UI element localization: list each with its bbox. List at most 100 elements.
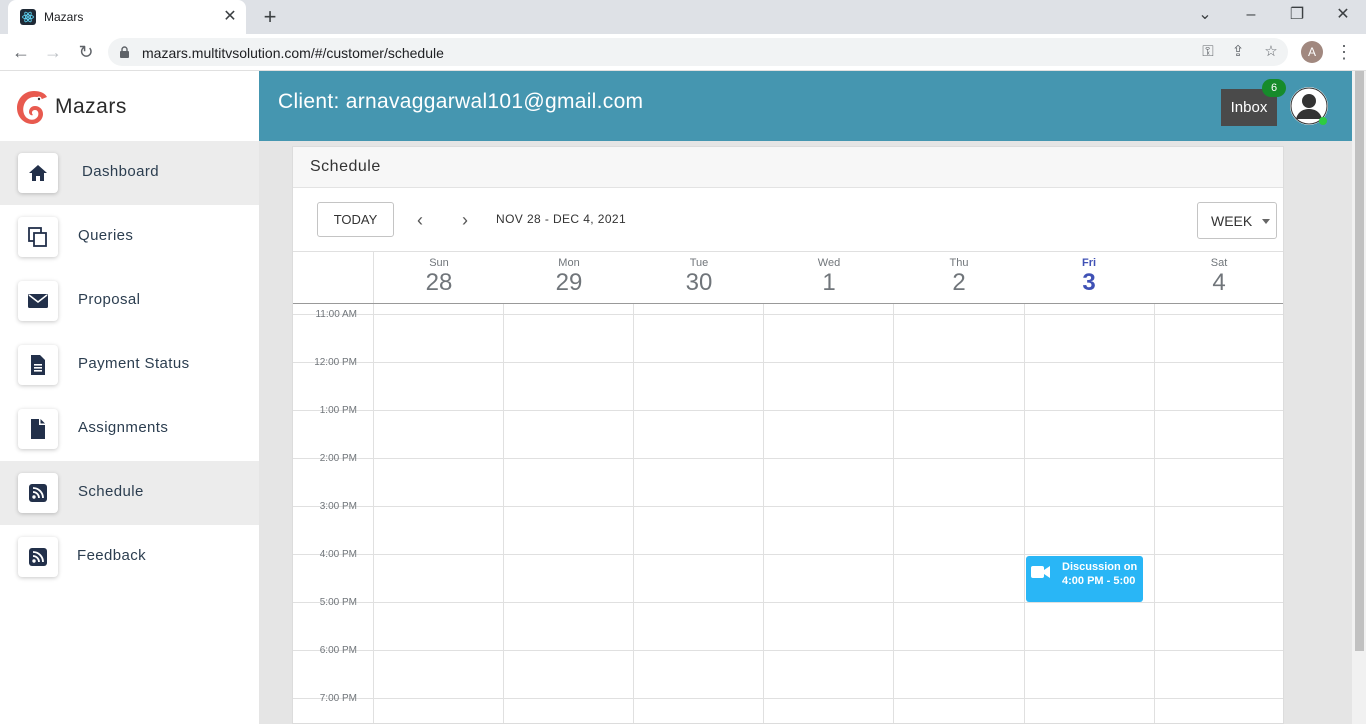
client-email-title: Client: arnavaggarwal101@gmail.com [278, 90, 644, 113]
time-label: 11:00 AM [315, 309, 357, 320]
time-label: 4:00 PM [319, 549, 357, 560]
brand-name: Mazars [55, 95, 127, 118]
browser-tab[interactable]: Mazars ✕ [8, 0, 246, 34]
new-tab-icon[interactable]: + [258, 5, 282, 29]
view-select-value: WEEK [1211, 213, 1253, 229]
tab-close-icon[interactable]: ✕ [220, 7, 240, 27]
sidebar-item-label: Dashboard [82, 163, 159, 180]
day-number[interactable]: 1 [764, 269, 894, 297]
online-status-dot [1319, 117, 1327, 125]
document-icon [18, 345, 58, 385]
day-header-tue: Tue 30 [634, 252, 764, 304]
day-header-sat: Sat 4 [1154, 252, 1283, 304]
main-content: Schedule TODAY ‹ › NOV 28 - DEC 4, 2021 … [259, 141, 1366, 724]
sidebar-item-dashboard[interactable]: Dashboard [0, 141, 259, 205]
time-label: 6:00 PM [319, 645, 357, 656]
window-close-icon[interactable]: ✕ [1330, 4, 1356, 26]
today-button[interactable]: TODAY [317, 202, 394, 237]
day-of-week: Fri [1081, 257, 1097, 269]
sidebar-item-label: Proposal [78, 291, 141, 308]
time-label: 5:00 PM [319, 597, 357, 608]
time-label: 12:00 PM [314, 357, 357, 368]
envelope-icon [18, 281, 58, 321]
chevron-right-icon[interactable]: › [453, 208, 477, 232]
event-title: Discussion on [1062, 561, 1138, 573]
forward-arrow-icon[interactable]: → [41, 40, 65, 64]
day-number[interactable]: 2 [894, 269, 1024, 297]
browser-toolbar: ← → ↻ mazars.multitvsolution.com/#/custo… [0, 34, 1366, 71]
time-label: 2:00 PM [319, 453, 357, 464]
day-of-week: Sun [429, 257, 449, 269]
rss-icon [18, 473, 58, 513]
tab-search-icon[interactable]: ⌄ [1192, 4, 1218, 26]
sidebar-item-label: Schedule [78, 483, 144, 500]
tab-title: Mazars [44, 10, 84, 24]
page-scroll-thumb[interactable] [1355, 71, 1364, 651]
sidebar-item-label: Queries [78, 227, 134, 244]
sidebar-item-label: Feedback [77, 547, 147, 564]
day-number[interactable]: 4 [1154, 269, 1283, 297]
share-icon[interactable]: ⇪ [1228, 42, 1248, 62]
card-header: Schedule [293, 147, 1283, 188]
day-number[interactable]: 30 [634, 269, 764, 297]
chameleon-logo-icon [17, 91, 47, 124]
reload-icon[interactable]: ↻ [74, 40, 98, 64]
address-bar[interactable]: mazars.multitvsolution.com/#/customer/sc… [108, 38, 1288, 66]
day-header-thu: Thu 2 [894, 252, 1024, 304]
restore-icon[interactable]: ❐ [1284, 4, 1310, 26]
schedule-card: Schedule TODAY ‹ › NOV 28 - DEC 4, 2021 … [292, 146, 1284, 724]
calendar-grid [293, 252, 1283, 723]
time-label: 1:00 PM [319, 405, 357, 416]
caret-down-icon [1262, 219, 1270, 224]
browser-tabbar: Mazars ✕ + ⌄ – ❐ ✕ [0, 0, 1366, 34]
file-icon [18, 409, 58, 449]
sidebar-item-label: Assignments [78, 419, 169, 436]
page-scrollbar[interactable] [1352, 71, 1366, 724]
day-header-sun: Sun 28 [374, 252, 504, 304]
sidebar-item-assignments[interactable]: Assignments [0, 397, 259, 461]
chevron-left-icon[interactable]: ‹ [408, 208, 432, 232]
lock-icon [120, 46, 129, 58]
bookmark-star-icon[interactable]: ☆ [1261, 42, 1281, 62]
sidebar-item-proposal[interactable]: Proposal [0, 269, 259, 333]
sidebar-item-label: Payment Status [78, 355, 190, 372]
key-icon[interactable]: ⚿ [1198, 42, 1218, 62]
day-of-week: Sat [1210, 257, 1228, 269]
day-number[interactable]: 29 [504, 269, 634, 297]
rss-icon [18, 537, 58, 577]
day-header-wed: Wed 1 [764, 252, 894, 304]
card-title: Schedule [310, 158, 381, 175]
copy-icon [18, 217, 58, 257]
view-select[interactable]: WEEK [1197, 202, 1277, 239]
profile-avatar[interactable]: A [1301, 41, 1323, 63]
home-icon [18, 153, 58, 193]
day-of-week: Wed [817, 257, 841, 269]
time-label: 3:00 PM [319, 501, 357, 512]
day-header-mon: Mon 29 [504, 252, 634, 304]
sidebar-item-payment-status[interactable]: Payment Status [0, 333, 259, 397]
day-header-fri: Fri 3 [1024, 252, 1154, 304]
video-camera-icon [1031, 566, 1050, 578]
sidebar: Mazars Dashboard Queries Proposal Paymen… [0, 71, 259, 724]
sidebar-item-feedback[interactable]: Feedback [0, 525, 259, 589]
week-calendar: Sun 28 Mon 29 Tue 30 Wed 1 Thu 2 Fri 3 S… [293, 251, 1283, 723]
day-number[interactable]: 3 [1024, 269, 1154, 297]
back-arrow-icon[interactable]: ← [9, 40, 33, 64]
event-time: 4:00 PM - 5:00 [1062, 575, 1136, 587]
day-of-week: Thu [949, 257, 969, 269]
calendar-event[interactable]: Discussion on 4:00 PM - 5:00 [1026, 556, 1143, 602]
minimize-icon[interactable]: – [1238, 4, 1264, 26]
url-text: mazars.multitvsolution.com/#/customer/sc… [142, 45, 444, 61]
date-range-label: NOV 28 - DEC 4, 2021 [496, 212, 627, 226]
day-number[interactable]: 28 [374, 269, 504, 297]
header-divider [293, 303, 1283, 304]
time-label: 7:00 PM [319, 693, 357, 704]
browser-menu-icon[interactable]: ⋮ [1334, 40, 1354, 64]
app-header: Client: arnavaggarwal101@gmail.com Inbox… [259, 71, 1366, 141]
sidebar-item-queries[interactable]: Queries [0, 205, 259, 269]
react-favicon-icon [20, 9, 36, 25]
day-of-week: Mon [558, 257, 580, 269]
day-of-week: Tue [689, 257, 709, 269]
sidebar-item-schedule[interactable]: Schedule [0, 461, 259, 525]
inbox-count-badge: 6 [1262, 79, 1286, 97]
